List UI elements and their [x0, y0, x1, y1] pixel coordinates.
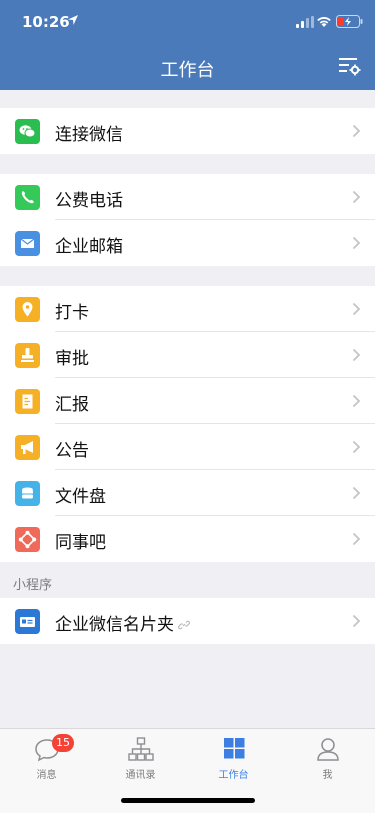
colleague-icon — [15, 527, 40, 552]
page-title: 工作台 — [160, 60, 215, 81]
tab-me[interactable]: 我 — [281, 729, 374, 784]
chevron-right-icon — [352, 190, 361, 204]
wechat-icon — [15, 119, 40, 144]
mini-programs-group: 企业微信名片夹 — [0, 598, 375, 644]
chevron-right-icon — [352, 440, 361, 454]
row-enterprise-mail[interactable]: 企业邮箱 — [0, 220, 375, 266]
megaphone-icon — [15, 435, 40, 460]
org-chart-icon — [128, 737, 154, 761]
unread-badge: 15 — [52, 734, 74, 752]
home-indicator — [121, 798, 255, 803]
tab-workbench[interactable]: 工作台 — [187, 729, 280, 784]
row-label: 文件盘 — [55, 487, 106, 507]
row-label: 企业邮箱 — [55, 237, 123, 257]
business-card-icon — [15, 609, 40, 634]
wifi-icon — [317, 17, 331, 27]
row-report[interactable]: 汇报 — [0, 378, 375, 424]
status-bar: 10:26 — [0, 0, 375, 44]
row-connect-wechat[interactable]: 连接微信 — [0, 108, 375, 154]
chevron-right-icon — [352, 348, 361, 362]
tab-label: 消息 — [36, 770, 57, 781]
cellular-signal-icon — [296, 16, 314, 28]
row-approval[interactable]: 审批 — [0, 332, 375, 378]
wechat-group: 连接微信 — [0, 108, 375, 154]
tab-label: 我 — [322, 770, 333, 781]
location-arrow-icon — [68, 15, 78, 25]
mini-programs-header: 小程序 — [13, 578, 53, 593]
row-label: 审批 — [55, 349, 89, 369]
tab-label: 工作台 — [218, 770, 249, 781]
chevron-right-icon — [352, 394, 361, 408]
status-time: 10:26 — [22, 13, 70, 31]
row-label: 打卡 — [55, 303, 89, 323]
row-business-card-holder[interactable]: 企业微信名片夹 — [0, 598, 375, 644]
manage-settings-icon[interactable] — [337, 55, 361, 77]
mail-icon — [15, 231, 40, 256]
row-colleague-forum[interactable]: 同事吧 — [0, 516, 375, 562]
report-icon — [15, 389, 40, 414]
link-icon — [178, 620, 190, 630]
chevron-right-icon — [352, 614, 361, 628]
tab-label: 通讯录 — [125, 770, 156, 781]
chevron-right-icon — [352, 302, 361, 316]
phone-icon — [15, 185, 40, 210]
row-label: 连接微信 — [55, 125, 123, 145]
row-label: 公费电话 — [55, 191, 123, 211]
row-label-text: 企业微信名片夹 — [55, 615, 174, 635]
workbench-grid-icon — [224, 738, 245, 759]
chevron-right-icon — [352, 124, 361, 138]
apps-group: 打卡 审批 汇报 公告 文件盘 同事吧 — [0, 286, 375, 562]
communication-group: 公费电话 企业邮箱 — [0, 174, 375, 266]
person-icon — [317, 738, 339, 761]
tab-messages[interactable]: 15 消息 — [0, 729, 93, 784]
header-bar: 10:26 工作台 — [0, 0, 375, 90]
row-public-phone[interactable]: 公费电话 — [0, 174, 375, 220]
chevron-right-icon — [352, 532, 361, 546]
tab-contacts[interactable]: 通讯录 — [94, 729, 187, 784]
row-label: 同事吧 — [55, 533, 106, 553]
chevron-right-icon — [352, 486, 361, 500]
row-label: 汇报 — [55, 395, 89, 415]
location-pin-icon — [15, 297, 40, 322]
stamp-icon — [15, 343, 40, 368]
row-file-disk[interactable]: 文件盘 — [0, 470, 375, 516]
chevron-right-icon — [352, 236, 361, 250]
battery-icon — [336, 15, 363, 28]
row-label: 企业微信名片夹 — [55, 610, 190, 635]
disk-icon — [15, 481, 40, 506]
row-announcement[interactable]: 公告 — [0, 424, 375, 470]
row-label: 公告 — [55, 441, 89, 461]
row-clock-in[interactable]: 打卡 — [0, 286, 375, 332]
